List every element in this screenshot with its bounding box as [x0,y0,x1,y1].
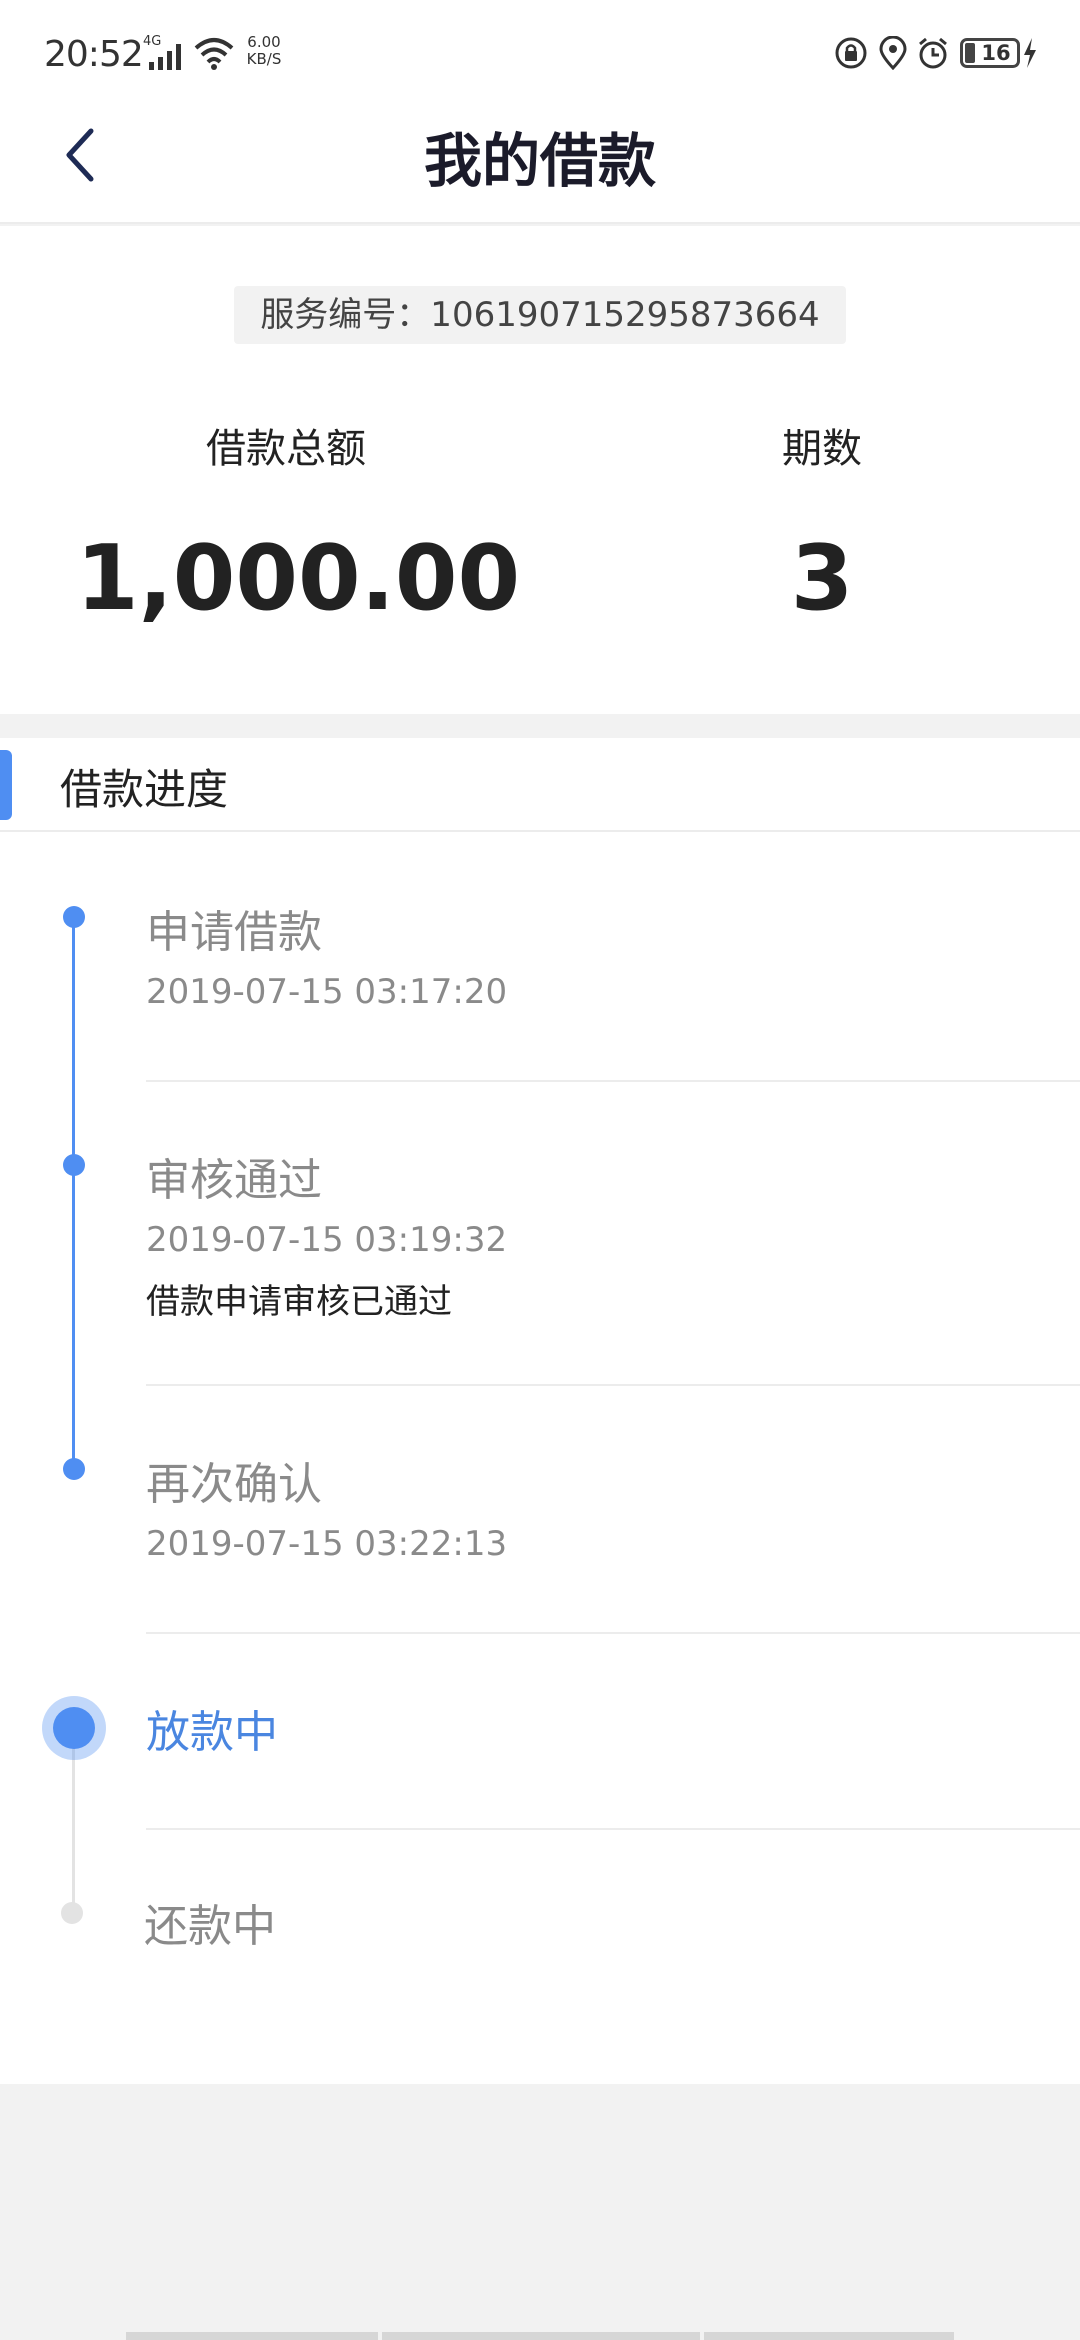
lock-rotation-icon [835,37,867,69]
page-title: 我的借款 [423,127,656,195]
speed-value: 6.00 [247,33,281,51]
timeline-step-pending: 还款中 [144,1890,1078,1954]
total-amount-label: 借款总额 [206,426,366,472]
step-time: 2019-07-15 03:22:13 [146,1524,508,1564]
service-number: 服务编号：106190715295873664 [234,286,846,344]
status-time: 20:52 [44,34,144,75]
alarm-icon [919,37,947,69]
nav-hint-left [126,2332,378,2340]
step-title: 放款中 [146,1707,278,1758]
nav-hint-center [382,2332,700,2340]
periods-value: 3 [790,526,854,631]
timeline-step: 申请借款 2019-07-15 03:17:20 [146,896,1080,1012]
divider [146,1828,1080,1830]
step-title: 审核通过 [146,1155,322,1206]
network-speed: 6.00 KB/S [240,34,288,68]
cellular-signal-icon: 4G [143,34,185,70]
timeline-dot-current [42,1696,106,1760]
periods-label: 期数 [782,426,862,472]
timeline-dot-done [63,906,85,928]
step-note: 借款申请审核已通过 [146,1282,452,1322]
battery-level: 16 [981,41,1011,65]
timeline-step-current: 放款中 [146,1696,1080,1760]
speed-unit: KB/S [246,50,282,68]
periods-block: 期数 3 [612,416,1032,631]
timeline-dot-pending [61,1902,83,1924]
step-time: 2019-07-15 03:19:32 [146,1220,508,1260]
timeline-step: 再次确认 2019-07-15 03:22:13 [146,1448,1080,1564]
timeline-dot-done [63,1458,85,1480]
nav-hint-right [704,2332,954,2340]
timeline-line-completed [72,916,75,1466]
step-title: 还款中 [144,1901,276,1952]
step-time: 2019-07-15 03:17:20 [146,972,508,1012]
timeline-step: 审核通过 2019-07-15 03:19:32 借款申请审核已通过 [146,1144,1080,1323]
step-title: 再次确认 [146,1459,322,1510]
chevron-left-icon [66,128,94,182]
location-icon [879,36,907,70]
divider [146,1632,1080,1634]
section-accent-bar [0,750,12,820]
back-button[interactable] [50,120,110,190]
step-title: 申请借款 [146,907,322,958]
charging-icon [1024,38,1036,68]
divider [146,1080,1080,1082]
timeline-line-pending [72,1738,75,1918]
total-amount-block: 借款总额 1,000.00 [76,416,521,631]
wifi-icon [194,38,234,70]
progress-header: 借款进度 [0,738,1080,832]
timeline-dot-done [63,1154,85,1176]
status-bar: 20:52 4G 6.00 KB/S 16 [0,0,1080,100]
loan-progress-section: 借款进度 申请借款 2019-07-15 03:17:20 审核通过 2019-… [0,738,1080,2084]
app-header: 我的借款 [0,100,1080,224]
battery-icon: 16 [960,38,1020,68]
divider [146,1384,1080,1386]
loan-summary-card: 服务编号：106190715295873664 借款总额 1,000.00 期数… [0,226,1080,714]
progress-title: 借款进度 [60,765,229,814]
total-amount-value: 1,000.00 [76,526,521,631]
